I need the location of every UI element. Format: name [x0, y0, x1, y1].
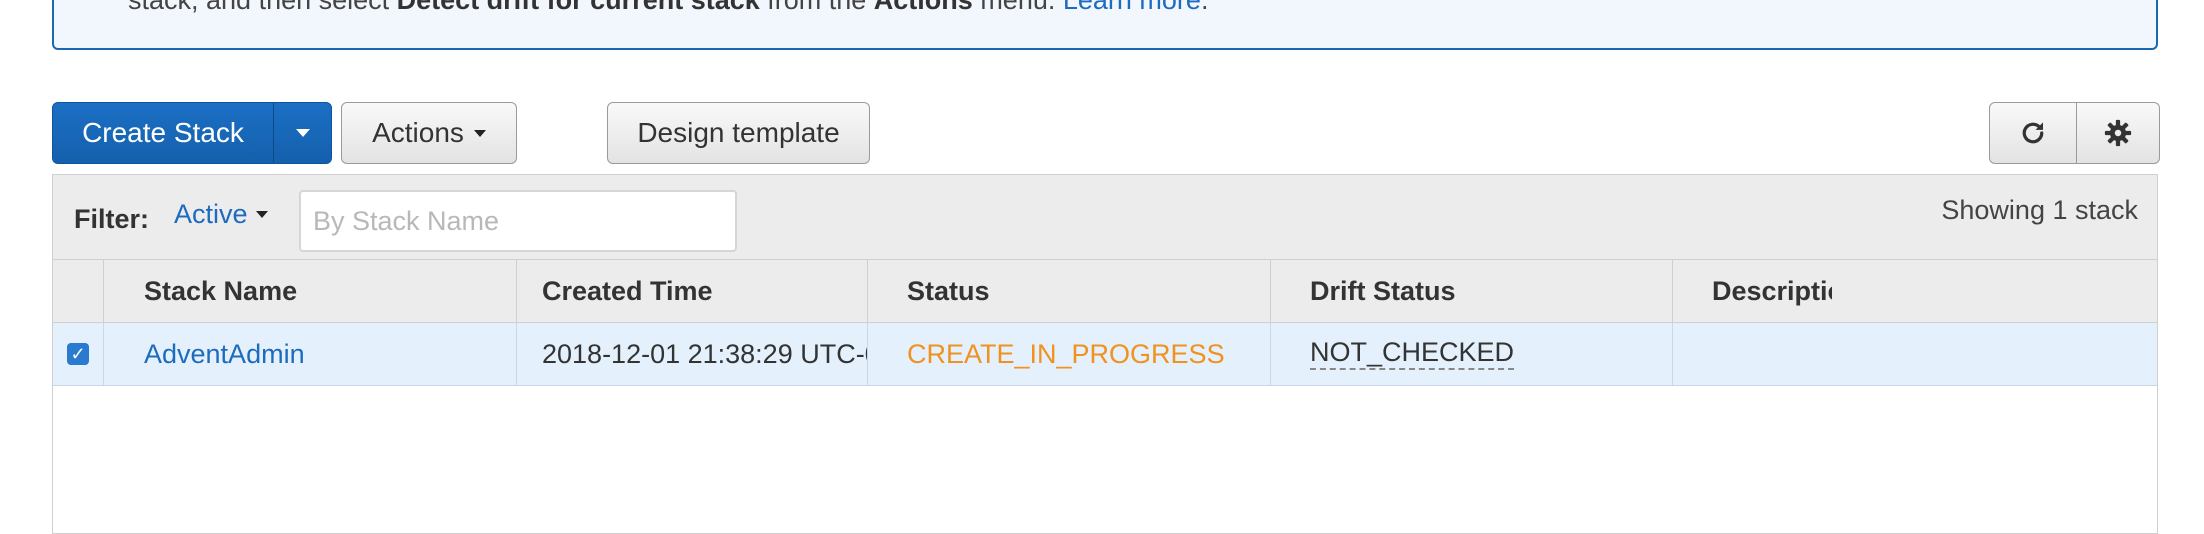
column-header-description[interactable]: Description — [1672, 260, 1832, 322]
column-header-status[interactable]: Status — [867, 260, 1270, 322]
stacks-table-panel: Filter: Active Showing 1 stack Stack Nam… — [52, 174, 2158, 534]
refresh-button[interactable] — [1989, 102, 2077, 164]
stack-name-filter-input[interactable] — [299, 190, 737, 252]
filter-selected-value: Active — [174, 199, 248, 229]
column-label: Status — [907, 275, 990, 306]
status-cell: CREATE_IN_PROGRESS — [867, 323, 1270, 385]
create-stack-dropdown-toggle[interactable] — [273, 102, 332, 164]
chevron-down-icon — [255, 211, 268, 218]
learn-more-link[interactable]: Learn more — [1063, 0, 1201, 15]
table-row[interactable]: ✓ AdventAdmin 2018-12-01 21:38:29 UTC-08… — [53, 323, 2157, 386]
column-label: Stack Name — [144, 275, 298, 306]
column-label: Description — [1712, 275, 1832, 306]
settings-button[interactable] — [2076, 102, 2160, 164]
stack-name-link[interactable]: AdventAdmin — [144, 339, 305, 370]
column-header-drift-status[interactable]: Drift Status — [1270, 260, 1672, 322]
stack-count-text: Showing 1 stack — [1941, 195, 2138, 225]
actions-label: Actions — [372, 117, 464, 148]
row-select-cell: ✓ — [53, 323, 103, 385]
design-template-label: Design template — [637, 117, 840, 148]
column-label: Drift Status — [1310, 275, 1456, 306]
status-value: CREATE_IN_PROGRESS — [907, 338, 1225, 369]
create-stack-button[interactable]: Create Stack — [52, 102, 273, 164]
banner-text-middle: from the — [759, 0, 874, 15]
table-header: Stack Name Created Time Status Drift Sta… — [53, 260, 2157, 323]
banner-bold-actions: Actions — [873, 0, 973, 15]
created-time-value: 2018-12-01 21:38:29 UTC-0800 — [542, 338, 867, 369]
chevron-down-icon — [295, 129, 310, 137]
design-template-button[interactable]: Design template — [607, 102, 870, 164]
filter-status-dropdown[interactable]: Active — [174, 199, 268, 230]
banner-text-prefix: stack, and then select — [128, 0, 397, 15]
filter-bar: Filter: Active Showing 1 stack — [53, 175, 2157, 260]
header-select-cell — [53, 260, 103, 322]
create-stack-label: Create Stack — [82, 117, 244, 148]
banner-text-end: . — [1200, 0, 1209, 15]
column-header-stack-name[interactable]: Stack Name — [103, 260, 516, 322]
description-cell — [1672, 323, 1832, 385]
drift-status-cell: NOT_CHECKED — [1270, 323, 1672, 385]
refresh-icon — [2022, 122, 2044, 144]
created-time-cell: 2018-12-01 21:38:29 UTC-0800 — [516, 323, 867, 385]
row-checkbox[interactable]: ✓ — [67, 343, 89, 365]
filter-label: Filter: — [74, 204, 150, 234]
create-stack-button-group: Create Stack — [52, 102, 332, 164]
drift-status-value[interactable]: NOT_CHECKED — [1310, 337, 1515, 370]
chevron-down-icon — [473, 129, 486, 137]
stack-name-cell: AdventAdmin — [103, 323, 516, 385]
banner-text-suffix: menu. — [972, 0, 1063, 15]
info-banner-text: stack, and then select Detect drift for … — [128, 0, 1208, 16]
column-header-created-time[interactable]: Created Time — [516, 260, 867, 322]
actions-dropdown-button[interactable]: Actions — [341, 102, 517, 164]
gear-icon — [2104, 119, 2132, 147]
column-label: Created Time — [542, 275, 713, 306]
banner-bold-drift: Detect drift for current stack — [396, 0, 760, 15]
